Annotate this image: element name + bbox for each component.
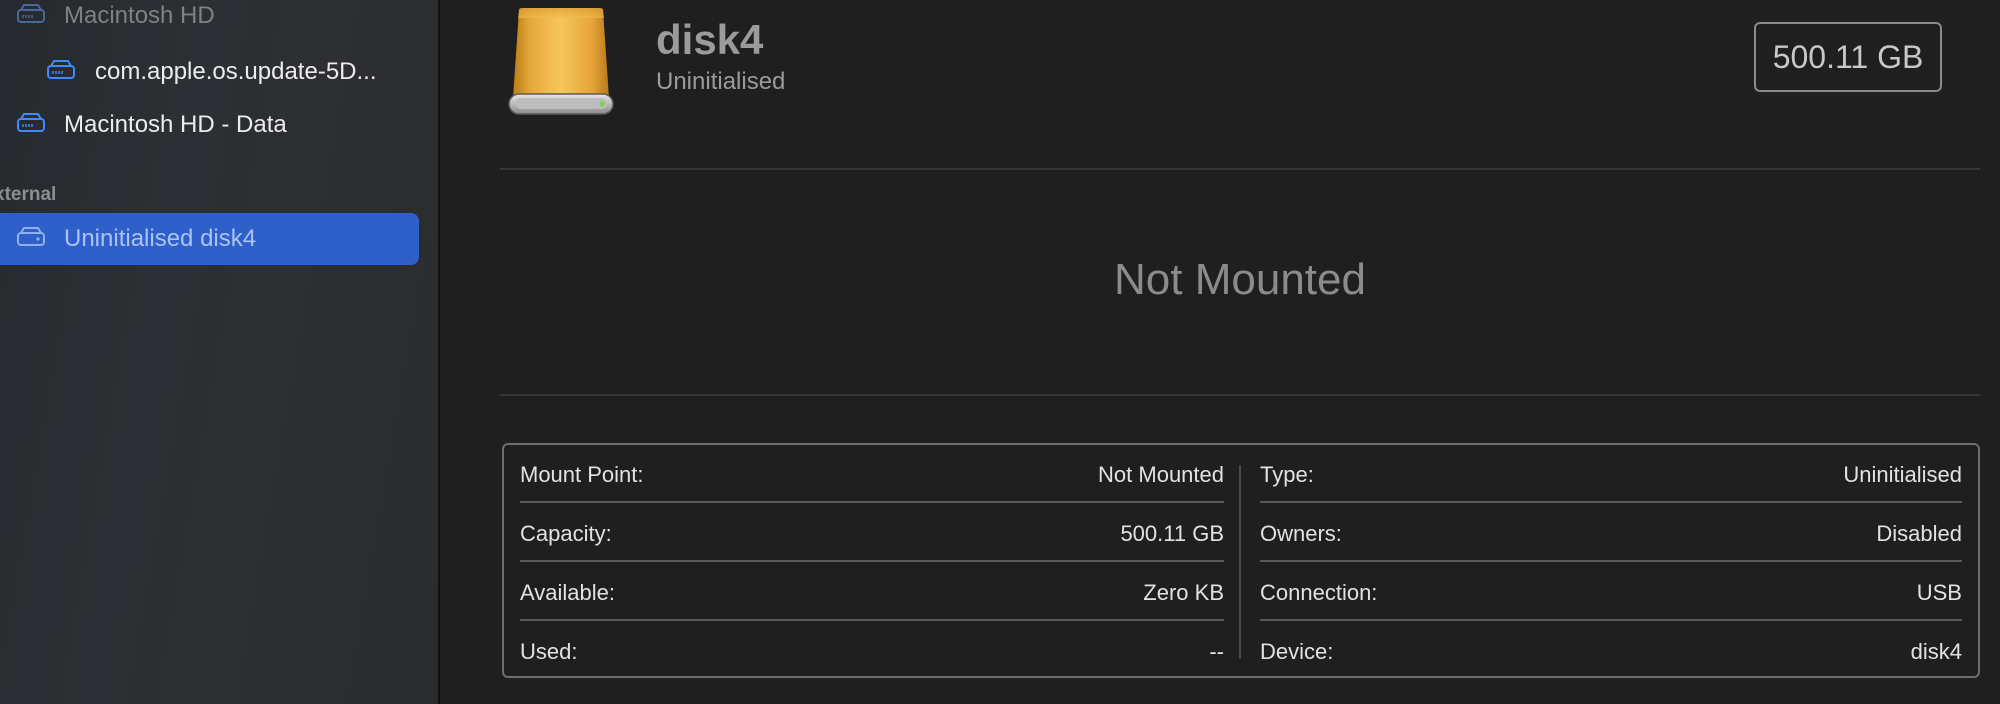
info-key: Type: <box>1260 462 1314 487</box>
info-value: Uninitialised <box>1843 462 1962 487</box>
info-row-mount-point: Mount Point: Not Mounted <box>520 445 1224 503</box>
info-row-connection: Connection: USB <box>1260 563 1962 621</box>
info-value: Zero KB <box>1143 580 1224 605</box>
disk-subtitle: Uninitialised <box>656 68 786 95</box>
info-row-used: Used: -- <box>520 622 1224 680</box>
info-row-owners: Owners: Disabled <box>1260 504 1962 562</box>
info-value: 500.11 GB <box>1120 521 1224 546</box>
divider <box>500 168 1980 170</box>
mount-status-text: Not Mounted <box>1114 255 1366 304</box>
divider <box>500 394 1980 396</box>
info-row-available: Available: Zero KB <box>520 563 1224 621</box>
info-key: Owners: <box>1260 521 1342 546</box>
column-divider <box>1239 465 1241 659</box>
sidebar: Macintosh HD com.apple.os.update-5D... M… <box>0 0 440 704</box>
sidebar-section-external: xternal <box>0 184 57 205</box>
info-value: Not Mounted <box>1098 462 1224 487</box>
disk-size-badge: 500.11 GB <box>1754 22 1942 92</box>
info-value: -- <box>1209 639 1224 664</box>
info-row-capacity: Capacity: 500.11 GB <box>520 504 1224 562</box>
sidebar-item-label: Uninitialised disk4 <box>64 225 257 252</box>
internal-disk-icon <box>17 113 45 132</box>
internal-disk-icon <box>17 4 45 23</box>
info-key: Mount Point: <box>520 462 644 487</box>
sidebar-item-update-volume[interactable]: com.apple.os.update-5D... <box>0 52 438 92</box>
disk-title: disk4 <box>656 16 764 63</box>
info-row-device: Device: disk4 <box>1260 622 1962 680</box>
info-value: Disabled <box>1876 521 1962 546</box>
sidebar-item-uninitialised-disk4[interactable]: Uninitialised disk4 <box>0 213 419 265</box>
internal-disk-icon <box>47 60 75 79</box>
info-key: Capacity: <box>520 521 612 546</box>
sidebar-item-label: Macintosh HD <box>64 2 215 29</box>
sidebar-item-label: Macintosh HD - Data <box>64 111 287 138</box>
info-value: disk4 <box>1910 639 1962 664</box>
sidebar-item-label: com.apple.os.update-5D... <box>95 58 377 85</box>
info-key: Available: <box>520 580 615 605</box>
info-key: Device: <box>1260 639 1334 664</box>
info-key: Connection: <box>1260 580 1378 605</box>
info-value: USB <box>1916 580 1962 605</box>
info-row-type: Type: Uninitialised <box>1260 445 1962 503</box>
sidebar-item-macintosh-hd[interactable]: Macintosh HD <box>0 0 438 40</box>
sidebar-item-macintosh-hd-data[interactable]: Macintosh HD - Data <box>0 105 438 145</box>
info-key: Used: <box>520 639 578 664</box>
external-drive-icon <box>508 8 614 115</box>
disk-info-table: Mount Point: Not Mounted Capacity: 500.1… <box>502 443 1980 678</box>
external-disk-icon <box>17 227 45 246</box>
